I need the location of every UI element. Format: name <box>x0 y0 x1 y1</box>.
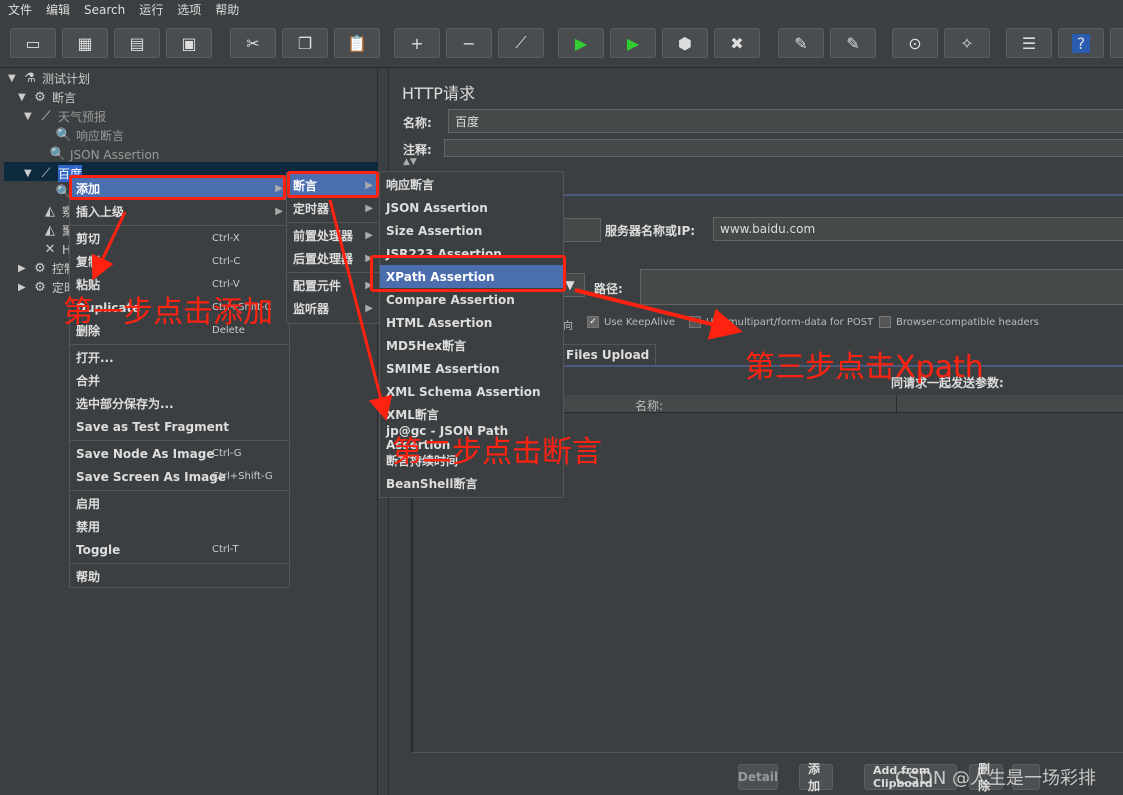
annotation-step2: 第二步点击断言 <box>392 435 602 470</box>
watermark: CSDN @人生是一场彩排 <box>895 768 1097 789</box>
annotation-step1: 第一步点击添加 <box>63 295 273 330</box>
arrow-step2 <box>328 199 393 421</box>
annotation-step3: 第三步点击Xpath <box>745 350 984 385</box>
arrow-step1 <box>91 211 127 281</box>
annotation-arrows <box>91 199 743 421</box>
arrow-step3 <box>574 288 743 340</box>
